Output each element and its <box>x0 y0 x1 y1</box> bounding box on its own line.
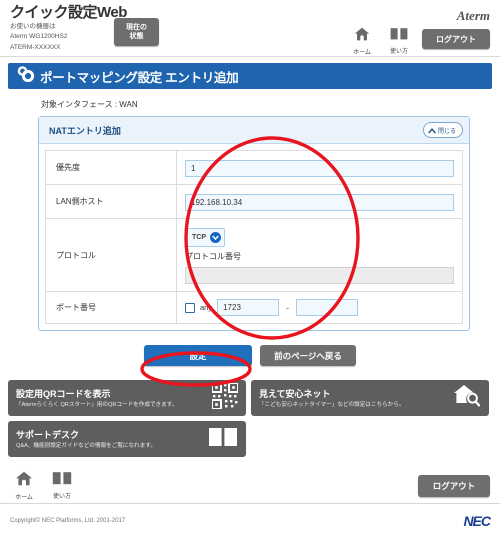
target-interface-label: 対象インタフェース : WAN <box>41 100 138 109</box>
nec-logo: NEC <box>463 513 491 529</box>
priority-input[interactable] <box>185 160 454 177</box>
home-icon <box>354 27 370 46</box>
port-range-separator: - <box>286 302 290 313</box>
book-icon <box>390 27 408 45</box>
header-nav-label-guide: 使い方 <box>389 49 408 55</box>
table-row-port: ポート番号 any - <box>45 291 463 324</box>
header-logout-button[interactable]: ログアウト <box>422 29 490 49</box>
copyright-text: Copyright© NEC Platforms, Ltd. 2001-2017 <box>10 518 126 524</box>
current-status-button-line1: 現在の <box>126 24 147 31</box>
page-content: 対象インタフェース : WAN NATエントリ追加 閉じる 優先度 1 LAN側… <box>0 99 500 366</box>
panel-collapse-button[interactable]: 閉じる <box>422 121 463 139</box>
protocol-label: プロトコル <box>45 218 177 292</box>
book-icon <box>52 471 72 490</box>
header-nav-item-guide[interactable]: 使い方 <box>385 27 413 55</box>
card-support-desk-title: サポートデスク <box>16 429 80 440</box>
lan-host-label: LAN側ホスト <box>45 184 177 219</box>
nat-entry-panel-title: NATエントリ追加 <box>49 125 121 136</box>
gear-icon <box>16 65 36 87</box>
home-icon <box>15 471 33 491</box>
back-button[interactable]: 前のページへ戻る <box>260 345 356 366</box>
port-any-checkbox[interactable] <box>185 302 195 313</box>
footer-copyright-row: Copyright© NEC Platforms, Ltd. 2001-2017… <box>0 504 500 529</box>
port-end-input[interactable] <box>296 299 359 316</box>
home-search-icon <box>453 383 481 414</box>
brand-block: クイック設定Web お使いの機器は Aterm WG1200HS2 ATERM-… <box>10 5 127 52</box>
chevron-down-icon <box>210 232 221 243</box>
card-mietesafety-net-title: 見えて安心ネット <box>259 388 331 399</box>
panel-collapse-label: 閉じる <box>437 128 456 135</box>
qr-code-icon <box>211 381 239 414</box>
quick-setup-web-page: クイック設定Web お使いの機器は Aterm WG1200HS2 ATERM-… <box>0 0 500 560</box>
port-start-input[interactable] <box>217 299 280 316</box>
brand-subtitle-ssid: ATERM-XXXXXX <box>10 43 61 51</box>
card-support-desk[interactable]: サポートデスク Q&A、機能別設定ガイドなどの情報をご覧になれます。 <box>8 421 246 457</box>
table-row-lan-host: LAN側ホスト <box>45 184 463 219</box>
card-support-desk-subtitle: Q&A、機能別設定ガイドなどの情報をご覧になれます。 <box>16 442 156 449</box>
port-label: ポート番号 <box>45 291 177 324</box>
promo-cards: 設定用QRコードを表示 「Atermらくらく QRスタート」用のQRコードを作成… <box>0 380 500 457</box>
port-controls: any - <box>185 299 454 316</box>
card-mietesafety-net[interactable]: 見えて安心ネット 「こども安心ネットタイマー」などの設定はこちらから。 <box>251 380 489 416</box>
header-nav-item-home[interactable]: ホーム <box>348 27 376 56</box>
footer-nav-item-guide[interactable]: 使い方 <box>48 471 76 500</box>
nat-entry-form: 優先度 LAN側ホスト プロトコル <box>39 144 469 330</box>
brand-subtitle-model: Aterm WG1200HS2 <box>10 33 68 41</box>
current-status-button-line2: 状態 <box>129 33 144 40</box>
brand-subtitle-device-prefix: お使いの機器は <box>10 23 56 30</box>
header-divider <box>0 56 500 57</box>
footer-nav-item-home[interactable]: ホーム <box>10 471 38 501</box>
submit-button[interactable]: 設定 <box>144 345 252 366</box>
footer-logout-button[interactable]: ログアウト <box>418 475 490 497</box>
port-any-label: any <box>200 303 213 312</box>
page-title-bar: ポートマッピング設定 エントリ追加 <box>8 63 492 89</box>
page-title: ポートマッピング設定 エントリ追加 <box>40 70 239 85</box>
lan-host-input[interactable] <box>185 194 454 211</box>
chevron-up-icon <box>427 121 436 139</box>
footer-nav-label-guide: 使い方 <box>52 494 71 500</box>
book-icon <box>208 426 238 453</box>
header-nav: ホーム 使い方 ログアウト <box>348 27 490 56</box>
protocol-number-input[interactable] <box>185 267 454 284</box>
header-nav-label-home: ホーム <box>353 50 371 56</box>
protocol-select[interactable]: TCP <box>185 228 225 247</box>
card-mietesafety-net-subtitle: 「こども安心ネットタイマー」などの設定はこちらから。 <box>259 401 405 408</box>
current-status-button[interactable]: 現在の 状態 <box>114 18 159 46</box>
card-qr-code-title: 設定用QRコードを表示 <box>16 388 111 399</box>
protocol-select-value: TCP <box>192 234 206 241</box>
card-qr-code[interactable]: 設定用QRコードを表示 「Atermらくらく QRスタート」用のQRコードを作成… <box>8 380 246 416</box>
page-header: クイック設定Web お使いの機器は Aterm WG1200HS2 ATERM-… <box>0 0 500 56</box>
table-row-priority: 優先度 <box>45 150 463 185</box>
footer-nav-label-home: ホーム <box>15 495 33 501</box>
aterm-logo: Aterm <box>456 8 490 23</box>
nat-entry-panel-header: NATエントリ追加 閉じる <box>39 117 469 144</box>
brand-title: クイック設定Web <box>10 4 127 21</box>
protocol-number-label: プロトコル番号 <box>185 252 241 261</box>
nat-entry-table: 優先度 LAN側ホスト プロトコル <box>45 150 463 324</box>
table-row-protocol: プロトコル TCP プロトコル番号 <box>45 218 463 292</box>
nat-entry-panel: NATエントリ追加 閉じる 優先度 1 LAN側ホスト 192.168.10.3… <box>38 116 470 331</box>
form-actions: 設定 前のページへ戻る <box>8 345 492 366</box>
footer-nav: ホーム 使い方 ログアウト <box>0 469 500 504</box>
card-qr-code-subtitle: 「Atermらくらく QRスタート」用のQRコードを作成できます。 <box>16 401 178 408</box>
priority-label: 優先度 <box>45 150 177 185</box>
